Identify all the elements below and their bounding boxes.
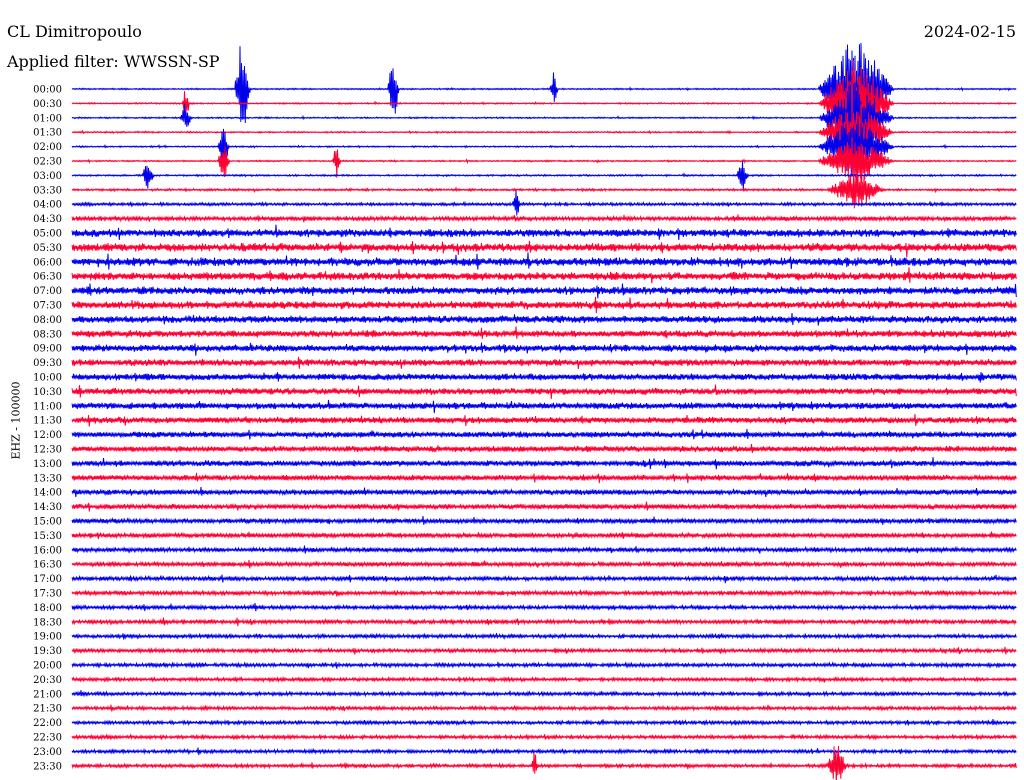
date-label: 2024-02-15	[923, 22, 1016, 41]
tick-label-2100: 21:00	[33, 689, 62, 700]
tick-label-1830: 18:30	[33, 617, 62, 628]
trace-row-1000	[71, 372, 1017, 383]
tick-label-1900: 19:00	[33, 632, 62, 643]
tick-label-0100: 01:00	[33, 113, 62, 124]
trace-row-2200	[71, 718, 1017, 727]
tick-label-1200: 12:00	[33, 430, 62, 441]
tick-label-0700: 07:00	[33, 286, 62, 297]
trace-row-0930	[71, 356, 1017, 370]
trace-row-0430	[71, 214, 1017, 223]
tick-label-1500: 15:00	[33, 517, 62, 528]
tick-label-0900: 09:00	[33, 344, 62, 355]
tick-label-2330: 23:30	[33, 761, 62, 772]
trace-row-0300	[71, 161, 1017, 192]
tick-label-1800: 18:00	[33, 603, 62, 614]
tick-label-0330: 03:30	[33, 185, 62, 196]
tick-label-0500: 05:00	[33, 229, 62, 240]
tick-label-0830: 08:30	[33, 329, 62, 340]
tick-label-1100: 11:00	[33, 401, 62, 412]
station-title: CL Dimitropoulo	[7, 22, 142, 41]
trace-row-1500	[71, 515, 1017, 526]
tick-label-0400: 04:00	[33, 200, 62, 211]
tick-label-1000: 10:00	[33, 373, 62, 384]
trace-row-1730	[71, 589, 1017, 597]
tick-label-2130: 21:30	[33, 704, 62, 715]
tick-label-1400: 14:00	[33, 488, 62, 499]
tick-label-0430: 04:30	[33, 214, 62, 225]
tick-label-0530: 05:30	[33, 243, 62, 254]
tick-label-1230: 12:30	[33, 445, 62, 456]
trace-row-1030	[71, 384, 1017, 399]
trace-row-0800	[71, 312, 1017, 326]
tick-label-1600: 16:00	[33, 545, 62, 556]
tick-label-1430: 14:30	[33, 502, 62, 513]
tick-label-1630: 16:30	[33, 560, 62, 571]
tick-label-2000: 20:00	[33, 661, 62, 672]
tick-label-1700: 17:00	[33, 574, 62, 585]
trace-row-1530	[71, 531, 1017, 540]
trace-group	[71, 42, 1017, 780]
trace-row-1600	[71, 545, 1017, 554]
tick-label-0030: 00:30	[33, 99, 62, 110]
trace-row-1830	[71, 617, 1017, 627]
trace-row-2230	[71, 733, 1017, 741]
tick-label-0600: 06:00	[33, 257, 62, 268]
trace-row-0730	[71, 296, 1017, 314]
trace-row-1700	[71, 574, 1017, 584]
tick-label-0800: 08:00	[33, 315, 62, 326]
trace-row-1400	[71, 486, 1017, 498]
trace-row-1430	[71, 501, 1017, 512]
trace-row-2000	[71, 661, 1017, 669]
tick-label-0730: 07:30	[33, 301, 62, 312]
tick-label-1930: 19:30	[33, 646, 62, 657]
tick-label-2300: 23:00	[33, 747, 62, 758]
trace-row-0530	[71, 240, 1017, 258]
tick-label-0130: 01:30	[33, 128, 62, 139]
tick-label-1530: 15:30	[33, 531, 62, 542]
trace-row-1200	[71, 428, 1017, 440]
helicorder-chart: 00:00 00:30 01:00 01:30 02:00 02:30 03:00 03:30…	[33, 42, 1017, 780]
tick-label-1030: 10:30	[33, 387, 62, 398]
trace-row-0400	[71, 190, 1017, 216]
trace-row-2100	[71, 690, 1017, 698]
tick-label-2200: 22:00	[33, 718, 62, 729]
trace-row-0600	[71, 252, 1017, 270]
trace-row-2030	[71, 675, 1017, 684]
trace-row-2300	[71, 747, 1017, 756]
filter-subtitle: Applied filter: WWSSN-SP	[7, 52, 220, 71]
trace-row-1900	[71, 632, 1017, 640]
trace-row-2130	[71, 704, 1017, 712]
tick-label-0300: 03:00	[33, 171, 62, 182]
trace-row-1630	[71, 559, 1017, 569]
tick-label-0630: 06:30	[33, 272, 62, 283]
tick-label-1730: 17:30	[33, 589, 62, 600]
tick-label-0930: 09:30	[33, 358, 62, 369]
tick-label-1300: 13:00	[33, 459, 62, 470]
tick-label-0230: 02:30	[33, 157, 62, 168]
trace-row-1330	[71, 472, 1017, 484]
trace-row-1930	[71, 646, 1017, 655]
trace-row-1230	[71, 444, 1017, 454]
trace-row-1100	[71, 399, 1017, 414]
trace-row-0900	[71, 342, 1017, 356]
tick-label-2030: 20:30	[33, 675, 62, 686]
tick-label-0000: 00:00	[33, 85, 62, 96]
trace-row-1130	[71, 414, 1017, 427]
tick-label-1130: 11:30	[33, 416, 62, 427]
trace-row-0830	[71, 326, 1017, 339]
time-axis: 00:00 00:30 01:00 01:30 02:00 02:30 03:00 03:30…	[33, 85, 62, 773]
channel-axis-label: EHZ - 100000	[9, 381, 23, 460]
tick-label-2230: 22:30	[33, 733, 62, 744]
trace-row-0700	[71, 283, 1017, 299]
trace-row-1800	[71, 603, 1017, 612]
trace-row-0630	[71, 267, 1017, 284]
trace-row-1300	[71, 457, 1017, 470]
trace-row-0500	[71, 224, 1017, 241]
tick-label-1330: 13:30	[33, 473, 62, 484]
tick-label-0200: 02:00	[33, 142, 62, 153]
